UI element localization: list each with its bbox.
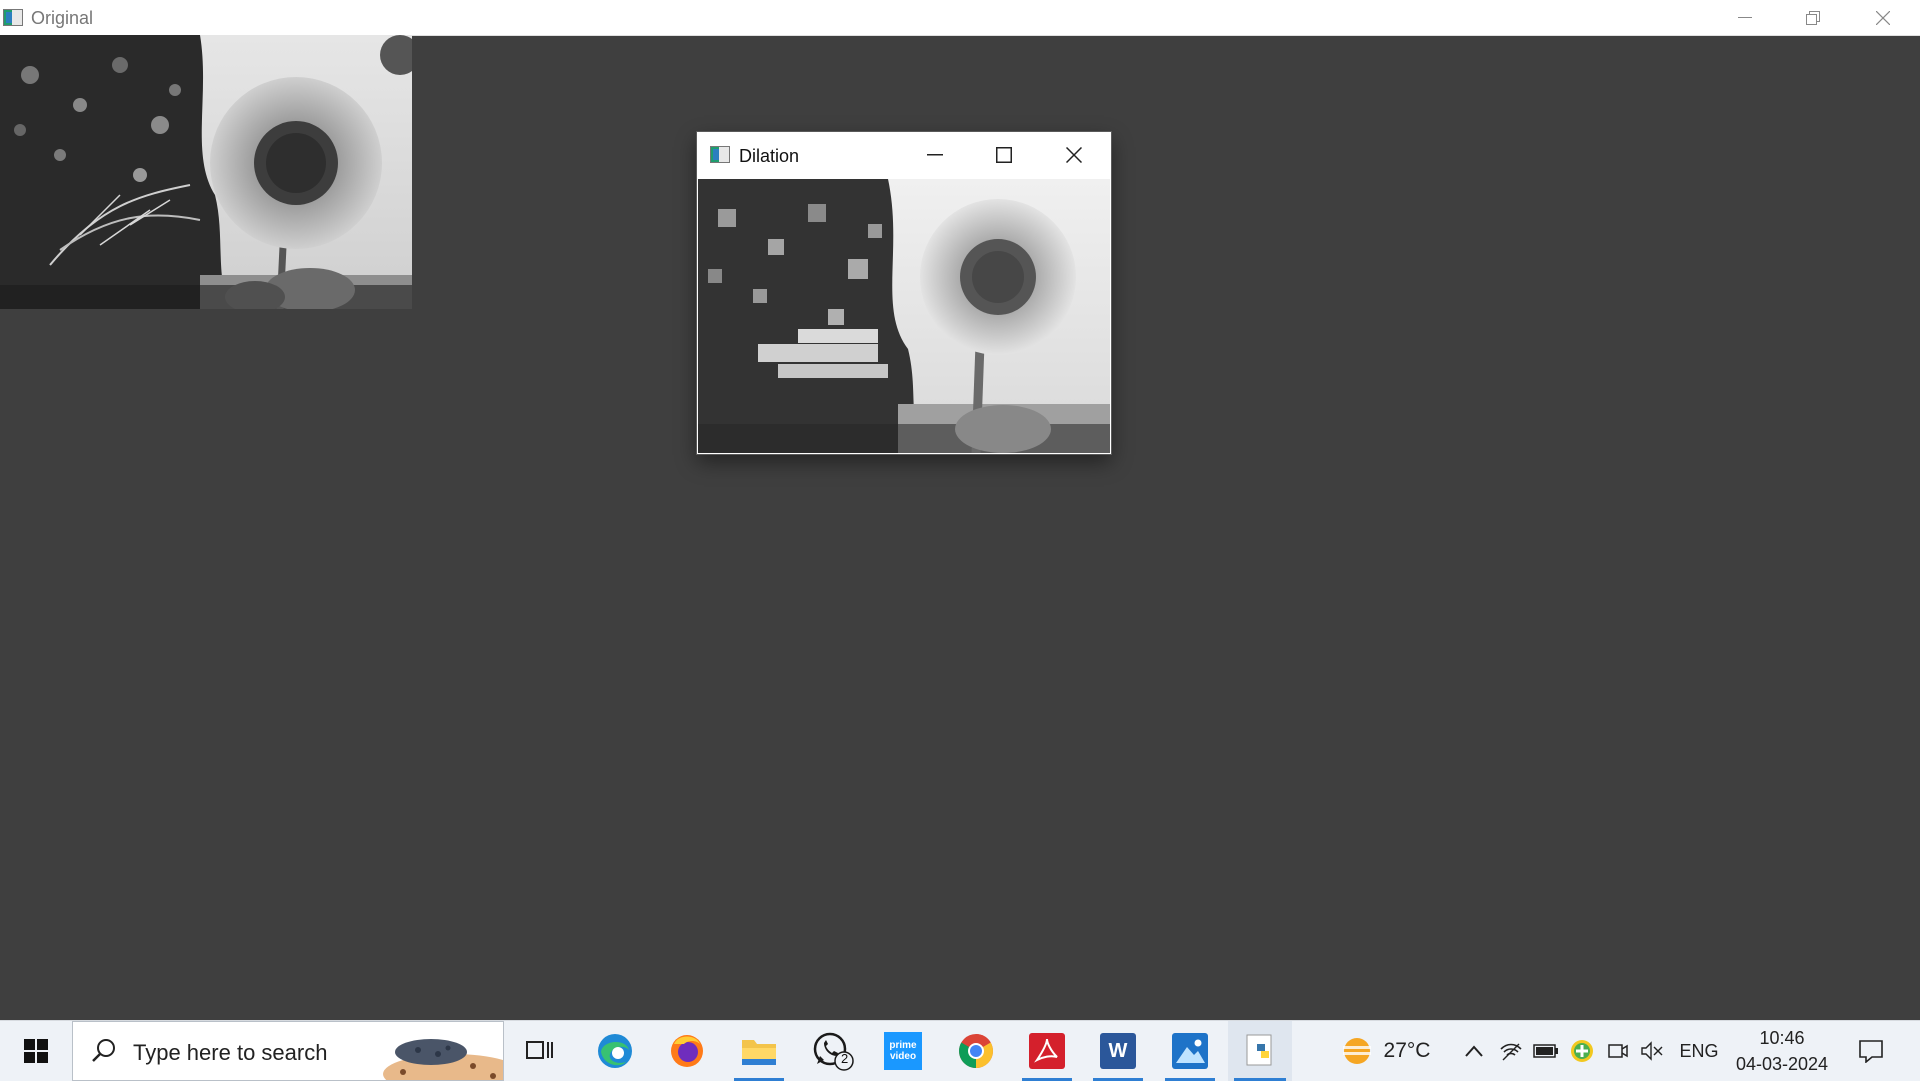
notifications-button[interactable]: [1846, 1021, 1896, 1081]
taskbar-app-firefox[interactable]: [656, 1021, 718, 1081]
close-icon: [1066, 147, 1082, 163]
sunflower-grayscale-image: [0, 35, 412, 309]
search-icon: [92, 1039, 115, 1062]
battery-icon: [1533, 1044, 1558, 1058]
dilated-image: [698, 179, 1110, 453]
dilation-minimize-button[interactable]: [905, 136, 965, 174]
camera-icon: [1608, 1044, 1628, 1058]
weather-widget[interactable]: 27°C: [1330, 1021, 1440, 1081]
search-input[interactable]: Type here to search: [72, 1021, 504, 1081]
dilation-window[interactable]: Dilation: [697, 132, 1111, 454]
temperature-label: 27°C: [1383, 1039, 1431, 1062]
network-button[interactable]: [1497, 1021, 1525, 1081]
word-icon: W: [1100, 1033, 1136, 1069]
sunflower-dilated-image: [698, 179, 1110, 453]
original-image: [0, 35, 412, 309]
task-view-button[interactable]: [509, 1021, 571, 1081]
taskbar-app-whatsapp[interactable]: 2: [802, 1021, 864, 1081]
whatsapp-icon: [813, 1032, 854, 1071]
clock-date: 04-03-2024: [1735, 1054, 1829, 1074]
wifi-icon: [1500, 1043, 1522, 1061]
dilation-window-title: Dilation: [739, 146, 800, 166]
dilation-maximize-button[interactable]: [974, 136, 1034, 174]
opencv-window-icon: [3, 9, 23, 26]
weather-sun-icon: [1342, 1038, 1371, 1064]
windows-start-icon: [24, 1039, 48, 1063]
restore-icon: [1806, 10, 1820, 25]
dilation-close-button[interactable]: [1044, 136, 1104, 174]
whatsapp-badge: 2: [841, 1051, 849, 1066]
green-plus-tray-icon: [1571, 1040, 1593, 1062]
minimize-icon: [927, 154, 943, 156]
tray-app-button[interactable]: [1568, 1021, 1596, 1081]
clock-button[interactable]: 10:46 04-03-2024: [1712, 1025, 1852, 1077]
volume-button[interactable]: [1638, 1021, 1666, 1081]
start-button[interactable]: [0, 1021, 72, 1081]
acrobat-icon: [1029, 1033, 1065, 1069]
taskbar-app-file-explorer[interactable]: [728, 1021, 790, 1081]
edge-icon: [598, 1034, 632, 1068]
python-icon: [1246, 1034, 1272, 1066]
minimize-icon: [1738, 16, 1752, 18]
maximize-icon: [996, 147, 1012, 163]
taskbar-app-prime-video[interactable]: prime video: [872, 1021, 934, 1081]
prime-video-icon: prime video: [884, 1032, 922, 1070]
close-button[interactable]: [1848, 0, 1918, 35]
taskbar-app-photos[interactable]: [1159, 1021, 1221, 1081]
window-title: Original: [31, 8, 94, 28]
taskbar-app-word[interactable]: W: [1087, 1021, 1149, 1081]
main-window-titlebar[interactable]: Original: [0, 0, 1920, 36]
volume-muted-icon: [1641, 1041, 1663, 1061]
minimize-button[interactable]: [1710, 0, 1780, 35]
chevron-up-icon: [1465, 1045, 1483, 1057]
taskbar: Type here to search 2 prime video W 27°C…: [0, 1020, 1920, 1081]
opencv-window-icon: [710, 146, 730, 163]
taskbar-app-edge[interactable]: [584, 1021, 646, 1081]
search-highlight-illustration: [383, 1039, 503, 1080]
task-view-icon: [526, 1041, 553, 1059]
search-placeholder: Type here to search: [133, 1040, 328, 1065]
clock-time: 10:46: [1759, 1028, 1805, 1048]
battery-button[interactable]: [1532, 1021, 1560, 1081]
folder-icon: [742, 1040, 776, 1065]
taskbar-app-chrome[interactable]: [945, 1021, 1007, 1081]
dilation-titlebar[interactable]: Dilation: [697, 132, 1111, 179]
notification-icon: [1859, 1040, 1883, 1063]
chrome-icon: [959, 1034, 993, 1068]
meet-now-button[interactable]: [1604, 1021, 1632, 1081]
show-hidden-icons-button[interactable]: [1462, 1021, 1486, 1081]
taskbar-app-python[interactable]: [1228, 1021, 1292, 1081]
taskbar-app-acrobat[interactable]: [1016, 1021, 1078, 1081]
close-icon: [1876, 10, 1890, 25]
restore-button[interactable]: [1778, 0, 1848, 35]
firefox-icon: [671, 1035, 703, 1067]
photos-icon: [1172, 1033, 1208, 1069]
